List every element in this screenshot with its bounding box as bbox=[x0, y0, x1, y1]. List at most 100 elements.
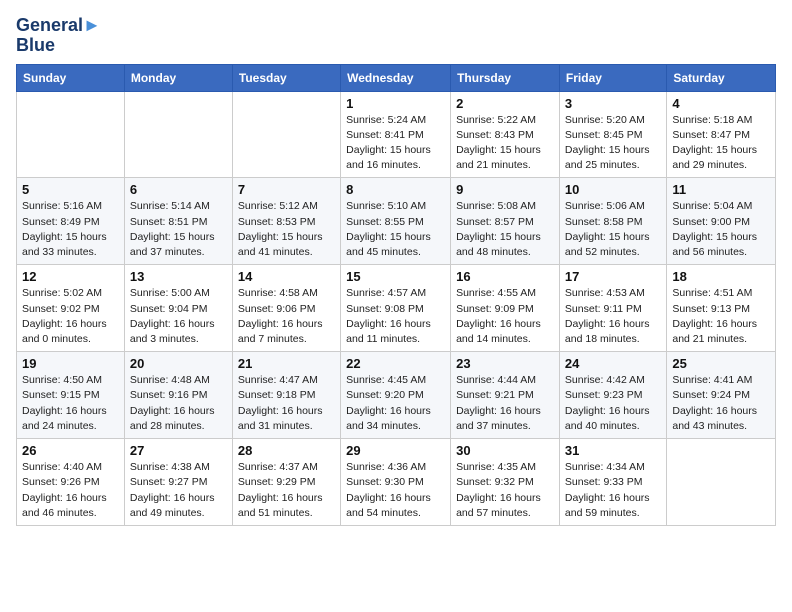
day-number: 14 bbox=[238, 269, 335, 284]
day-number: 27 bbox=[130, 443, 227, 458]
calendar-table: SundayMondayTuesdayWednesdayThursdayFrid… bbox=[16, 64, 776, 526]
calendar-cell: 2 Sunrise: 5:22 AM Sunset: 8:43 PM Daylig… bbox=[451, 91, 560, 178]
day-number: 26 bbox=[22, 443, 119, 458]
day-number: 23 bbox=[456, 356, 554, 371]
day-number: 8 bbox=[346, 182, 445, 197]
column-header-tuesday: Tuesday bbox=[232, 64, 340, 91]
calendar-cell: 7 Sunrise: 5:12 AM Sunset: 8:53 PM Daylig… bbox=[232, 178, 340, 265]
calendar-cell: 17 Sunrise: 4:53 AM Sunset: 9:11 PM Dayli… bbox=[559, 265, 666, 352]
day-number: 24 bbox=[565, 356, 661, 371]
day-info: Sunrise: 5:04 AM Sunset: 9:00 PM Dayligh… bbox=[672, 199, 770, 260]
day-info: Sunrise: 5:18 AM Sunset: 8:47 PM Dayligh… bbox=[672, 113, 770, 174]
day-info: Sunrise: 5:16 AM Sunset: 8:49 PM Dayligh… bbox=[22, 199, 119, 260]
day-info: Sunrise: 4:35 AM Sunset: 9:32 PM Dayligh… bbox=[456, 460, 554, 521]
calendar-cell: 13 Sunrise: 5:00 AM Sunset: 9:04 PM Dayli… bbox=[124, 265, 232, 352]
day-number: 3 bbox=[565, 96, 661, 111]
day-number: 2 bbox=[456, 96, 554, 111]
day-number: 15 bbox=[346, 269, 445, 284]
calendar-cell: 27 Sunrise: 4:38 AM Sunset: 9:27 PM Dayli… bbox=[124, 439, 232, 526]
day-info: Sunrise: 4:53 AM Sunset: 9:11 PM Dayligh… bbox=[565, 286, 661, 347]
calendar-cell: 5 Sunrise: 5:16 AM Sunset: 8:49 PM Daylig… bbox=[17, 178, 125, 265]
day-info: Sunrise: 4:50 AM Sunset: 9:15 PM Dayligh… bbox=[22, 373, 119, 434]
calendar-cell: 29 Sunrise: 4:36 AM Sunset: 9:30 PM Dayli… bbox=[341, 439, 451, 526]
day-number: 4 bbox=[672, 96, 770, 111]
day-info: Sunrise: 4:41 AM Sunset: 9:24 PM Dayligh… bbox=[672, 373, 770, 434]
day-info: Sunrise: 4:38 AM Sunset: 9:27 PM Dayligh… bbox=[130, 460, 227, 521]
day-info: Sunrise: 4:51 AM Sunset: 9:13 PM Dayligh… bbox=[672, 286, 770, 347]
calendar-cell: 22 Sunrise: 4:45 AM Sunset: 9:20 PM Dayli… bbox=[341, 352, 451, 439]
day-info: Sunrise: 5:20 AM Sunset: 8:45 PM Dayligh… bbox=[565, 113, 661, 174]
week-row-3: 12 Sunrise: 5:02 AM Sunset: 9:02 PM Dayli… bbox=[17, 265, 776, 352]
week-row-1: 1Sunrise: 5:24 AM Sunset: 8:41 PM Daylig… bbox=[17, 91, 776, 178]
calendar-cell bbox=[124, 91, 232, 178]
calendar-cell bbox=[232, 91, 340, 178]
column-header-wednesday: Wednesday bbox=[341, 64, 451, 91]
day-info: Sunrise: 5:12 AM Sunset: 8:53 PM Dayligh… bbox=[238, 199, 335, 260]
calendar-cell: 1Sunrise: 5:24 AM Sunset: 8:41 PM Daylig… bbox=[341, 91, 451, 178]
calendar-cell: 25 Sunrise: 4:41 AM Sunset: 9:24 PM Dayli… bbox=[667, 352, 776, 439]
day-info: Sunrise: 4:48 AM Sunset: 9:16 PM Dayligh… bbox=[130, 373, 227, 434]
calendar-cell: 9 Sunrise: 5:08 AM Sunset: 8:57 PM Daylig… bbox=[451, 178, 560, 265]
calendar-cell: 18 Sunrise: 4:51 AM Sunset: 9:13 PM Dayli… bbox=[667, 265, 776, 352]
calendar-cell: 3 Sunrise: 5:20 AM Sunset: 8:45 PM Daylig… bbox=[559, 91, 666, 178]
day-number: 18 bbox=[672, 269, 770, 284]
calendar-cell: 20 Sunrise: 4:48 AM Sunset: 9:16 PM Dayli… bbox=[124, 352, 232, 439]
calendar-cell: 16 Sunrise: 4:55 AM Sunset: 9:09 PM Dayli… bbox=[451, 265, 560, 352]
day-number: 28 bbox=[238, 443, 335, 458]
calendar-cell: 4 Sunrise: 5:18 AM Sunset: 8:47 PM Daylig… bbox=[667, 91, 776, 178]
day-number: 7 bbox=[238, 182, 335, 197]
day-info: Sunrise: 5:14 AM Sunset: 8:51 PM Dayligh… bbox=[130, 199, 227, 260]
calendar-cell: 21 Sunrise: 4:47 AM Sunset: 9:18 PM Dayli… bbox=[232, 352, 340, 439]
day-number: 16 bbox=[456, 269, 554, 284]
day-number: 6 bbox=[130, 182, 227, 197]
calendar-cell: 26Sunrise: 4:40 AM Sunset: 9:26 PM Dayli… bbox=[17, 439, 125, 526]
day-number: 21 bbox=[238, 356, 335, 371]
day-number: 29 bbox=[346, 443, 445, 458]
calendar-cell: 23Sunrise: 4:44 AM Sunset: 9:21 PM Dayli… bbox=[451, 352, 560, 439]
day-info: Sunrise: 5:10 AM Sunset: 8:55 PM Dayligh… bbox=[346, 199, 445, 260]
calendar-cell: 15 Sunrise: 4:57 AM Sunset: 9:08 PM Dayli… bbox=[341, 265, 451, 352]
day-number: 17 bbox=[565, 269, 661, 284]
day-info: Sunrise: 4:45 AM Sunset: 9:20 PM Dayligh… bbox=[346, 373, 445, 434]
day-info: Sunrise: 5:22 AM Sunset: 8:43 PM Dayligh… bbox=[456, 113, 554, 174]
day-info: Sunrise: 5:24 AM Sunset: 8:41 PM Dayligh… bbox=[346, 113, 445, 174]
calendar-header: SundayMondayTuesdayWednesdayThursdayFrid… bbox=[17, 64, 776, 91]
calendar-cell: 12 Sunrise: 5:02 AM Sunset: 9:02 PM Dayli… bbox=[17, 265, 125, 352]
day-number: 5 bbox=[22, 182, 119, 197]
day-info: Sunrise: 5:00 AM Sunset: 9:04 PM Dayligh… bbox=[130, 286, 227, 347]
day-info: Sunrise: 4:55 AM Sunset: 9:09 PM Dayligh… bbox=[456, 286, 554, 347]
week-row-2: 5 Sunrise: 5:16 AM Sunset: 8:49 PM Daylig… bbox=[17, 178, 776, 265]
calendar-cell: 6 Sunrise: 5:14 AM Sunset: 8:51 PM Daylig… bbox=[124, 178, 232, 265]
calendar-cell: 28 Sunrise: 4:37 AM Sunset: 9:29 PM Dayli… bbox=[232, 439, 340, 526]
day-number: 13 bbox=[130, 269, 227, 284]
day-number: 9 bbox=[456, 182, 554, 197]
day-info: Sunrise: 4:34 AM Sunset: 9:33 PM Dayligh… bbox=[565, 460, 661, 521]
day-info: Sunrise: 4:47 AM Sunset: 9:18 PM Dayligh… bbox=[238, 373, 335, 434]
column-header-sunday: Sunday bbox=[17, 64, 125, 91]
day-info: Sunrise: 4:42 AM Sunset: 9:23 PM Dayligh… bbox=[565, 373, 661, 434]
day-number: 22 bbox=[346, 356, 445, 371]
day-info: Sunrise: 4:37 AM Sunset: 9:29 PM Dayligh… bbox=[238, 460, 335, 521]
column-header-thursday: Thursday bbox=[451, 64, 560, 91]
day-number: 12 bbox=[22, 269, 119, 284]
day-number: 10 bbox=[565, 182, 661, 197]
day-info: Sunrise: 5:06 AM Sunset: 8:58 PM Dayligh… bbox=[565, 199, 661, 260]
day-info: Sunrise: 4:57 AM Sunset: 9:08 PM Dayligh… bbox=[346, 286, 445, 347]
day-number: 11 bbox=[672, 182, 770, 197]
calendar-cell: 30 Sunrise: 4:35 AM Sunset: 9:32 PM Dayli… bbox=[451, 439, 560, 526]
page-header: General►Blue bbox=[16, 16, 776, 56]
week-row-5: 26Sunrise: 4:40 AM Sunset: 9:26 PM Dayli… bbox=[17, 439, 776, 526]
day-info: Sunrise: 5:02 AM Sunset: 9:02 PM Dayligh… bbox=[22, 286, 119, 347]
week-row-4: 19 Sunrise: 4:50 AM Sunset: 9:15 PM Dayli… bbox=[17, 352, 776, 439]
logo-text: General►Blue bbox=[16, 16, 101, 56]
calendar-cell: 14Sunrise: 4:58 AM Sunset: 9:06 PM Dayli… bbox=[232, 265, 340, 352]
calendar-cell bbox=[17, 91, 125, 178]
day-info: Sunrise: 4:36 AM Sunset: 9:30 PM Dayligh… bbox=[346, 460, 445, 521]
calendar-cell: 8 Sunrise: 5:10 AM Sunset: 8:55 PM Daylig… bbox=[341, 178, 451, 265]
day-number: 25 bbox=[672, 356, 770, 371]
day-number: 19 bbox=[22, 356, 119, 371]
day-info: Sunrise: 5:08 AM Sunset: 8:57 PM Dayligh… bbox=[456, 199, 554, 260]
column-header-saturday: Saturday bbox=[667, 64, 776, 91]
day-number: 30 bbox=[456, 443, 554, 458]
day-number: 20 bbox=[130, 356, 227, 371]
